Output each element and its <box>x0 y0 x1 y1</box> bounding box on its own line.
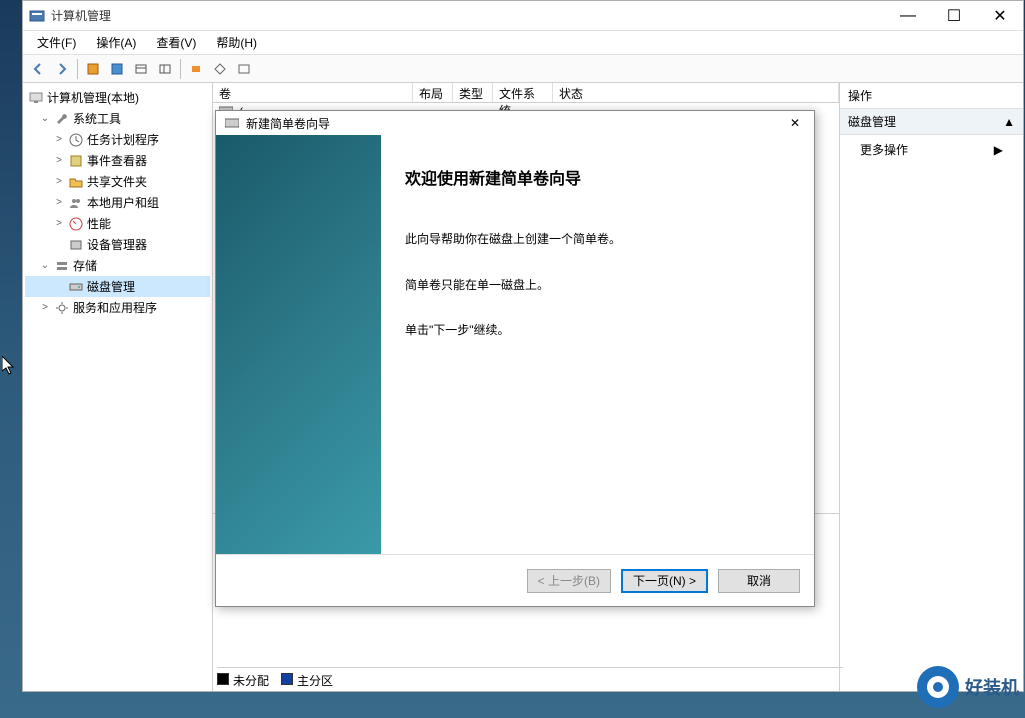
event-icon <box>68 153 84 169</box>
tool-btn-2[interactable] <box>106 58 128 80</box>
next-button[interactable]: 下一页(N) > <box>621 569 708 593</box>
tree-node-存储[interactable]: ⌄存储 <box>25 255 210 276</box>
tool-btn-1[interactable] <box>82 58 104 80</box>
collapse-icon: ▲ <box>1003 115 1015 129</box>
expand-icon[interactable]: > <box>53 176 65 187</box>
wizard-text-3: 单击"下一步"继续。 <box>405 320 790 342</box>
forward-button[interactable] <box>51 58 73 80</box>
tree-node-服务和应用程序[interactable]: >服务和应用程序 <box>25 297 210 318</box>
tree-node-磁盘管理[interactable]: 磁盘管理 <box>25 276 210 297</box>
tool-btn-5[interactable] <box>185 58 207 80</box>
col-layout[interactable]: 布局 <box>413 83 453 102</box>
col-volume[interactable]: 卷 <box>213 83 413 102</box>
expand-icon[interactable]: > <box>53 197 65 208</box>
actions-panel: 操作 磁盘管理 ▲ 更多操作 ▶ <box>839 83 1023 691</box>
wizard-title: 新建简单卷向导 <box>246 115 784 132</box>
tree-root[interactable]: 计算机管理(本地) <box>25 87 210 108</box>
device-icon <box>68 237 84 253</box>
actions-section[interactable]: 磁盘管理 ▲ <box>840 109 1023 135</box>
disk-icon <box>68 279 84 295</box>
window-controls: — ☐ ✕ <box>885 1 1023 31</box>
tree-panel[interactable]: 计算机管理(本地) ⌄系统工具>任务计划程序>事件查看器>共享文件夹>本地用户和… <box>23 83 213 691</box>
menu-help[interactable]: 帮助(H) <box>206 31 267 54</box>
wizard-close-button[interactable]: ✕ <box>784 114 806 132</box>
more-actions[interactable]: 更多操作 ▶ <box>840 135 1023 164</box>
minimize-button[interactable]: — <box>885 1 931 31</box>
menubar: 文件(F) 操作(A) 查看(V) 帮助(H) <box>23 31 1023 55</box>
tree-node-事件查看器[interactable]: >事件查看器 <box>25 150 210 171</box>
expand-icon[interactable]: > <box>53 218 65 229</box>
disk-legend: 未分配 主分区 <box>217 667 843 689</box>
folder-share-icon <box>68 174 84 190</box>
menu-action[interactable]: 操作(A) <box>86 31 146 54</box>
arrow-right-icon: ▶ <box>994 143 1003 157</box>
expand-icon[interactable]: > <box>39 302 51 313</box>
wizard-heading: 欢迎使用新建简单卷向导 <box>405 165 790 189</box>
tool-btn-6[interactable] <box>209 58 231 80</box>
toolbar <box>23 55 1023 83</box>
legend-unalloc-icon <box>217 673 229 685</box>
maximize-button[interactable]: ☐ <box>931 1 977 31</box>
cancel-button[interactable]: 取消 <box>718 569 800 593</box>
services-icon <box>54 300 70 316</box>
storage-icon <box>54 258 70 274</box>
computer-icon <box>28 90 44 106</box>
separator <box>77 59 78 79</box>
users-icon <box>68 195 84 211</box>
close-button[interactable]: ✕ <box>977 1 1023 31</box>
watermark: 好装机 <box>917 666 1019 708</box>
clock-icon <box>68 132 84 148</box>
list-header: 卷 布局 类型 文件系统 状态 <box>213 83 839 103</box>
back-button[interactable] <box>27 58 49 80</box>
window-title: 计算机管理 <box>51 7 885 24</box>
expand-icon[interactable]: ⌄ <box>39 260 51 271</box>
watermark-logo-icon <box>917 666 959 708</box>
wizard-footer: < 上一步(B) 下一页(N) > 取消 <box>216 554 814 606</box>
wizard-dialog: 新建简单卷向导 ✕ 欢迎使用新建简单卷向导 此向导帮助你在磁盘上创建一个简单卷。… <box>215 110 815 607</box>
col-fs[interactable]: 文件系统 <box>493 83 553 102</box>
tree-node-共享文件夹[interactable]: >共享文件夹 <box>25 171 210 192</box>
perf-icon <box>68 216 84 232</box>
tree-node-系统工具[interactable]: ⌄系统工具 <box>25 108 210 129</box>
app-icon <box>29 8 45 24</box>
wizard-body: 欢迎使用新建简单卷向导 此向导帮助你在磁盘上创建一个简单卷。 简单卷只能在单一磁… <box>216 135 814 554</box>
col-status[interactable]: 状态 <box>553 83 839 102</box>
legend-primary-icon <box>281 673 293 685</box>
back-button: < 上一步(B) <box>527 569 611 593</box>
wizard-text-2: 简单卷只能在单一磁盘上。 <box>405 275 790 297</box>
col-type[interactable]: 类型 <box>453 83 493 102</box>
cursor-icon <box>2 356 18 381</box>
wizard-content: 欢迎使用新建简单卷向导 此向导帮助你在磁盘上创建一个简单卷。 简单卷只能在单一磁… <box>381 135 814 554</box>
tool-btn-4[interactable] <box>154 58 176 80</box>
expand-icon[interactable]: > <box>53 155 65 166</box>
actions-header: 操作 <box>840 83 1023 109</box>
tree-node-性能[interactable]: >性能 <box>25 213 210 234</box>
wizard-text-1: 此向导帮助你在磁盘上创建一个简单卷。 <box>405 229 790 251</box>
titlebar: 计算机管理 — ☐ ✕ <box>23 1 1023 31</box>
expand-icon[interactable]: > <box>53 134 65 145</box>
wrench-icon <box>54 111 70 127</box>
drive-icon <box>224 115 240 131</box>
wizard-titlebar[interactable]: 新建简单卷向导 ✕ <box>216 111 814 135</box>
tree-node-设备管理器[interactable]: 设备管理器 <box>25 234 210 255</box>
expand-icon[interactable]: ⌄ <box>39 113 51 124</box>
wizard-banner <box>216 135 381 554</box>
tool-btn-7[interactable] <box>233 58 255 80</box>
tree-node-任务计划程序[interactable]: >任务计划程序 <box>25 129 210 150</box>
menu-file[interactable]: 文件(F) <box>27 31 86 54</box>
tree-node-本地用户和组[interactable]: >本地用户和组 <box>25 192 210 213</box>
tool-btn-3[interactable] <box>130 58 152 80</box>
menu-view[interactable]: 查看(V) <box>146 31 206 54</box>
separator <box>180 59 181 79</box>
